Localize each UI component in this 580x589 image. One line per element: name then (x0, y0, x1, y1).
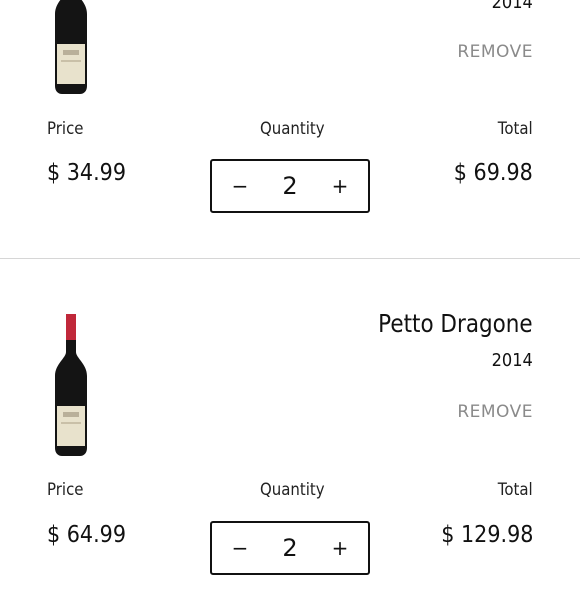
quantity-label: Quantity (260, 119, 325, 139)
line-total: $ 69.98 (453, 160, 533, 186)
product-name[interactable]: Petto Dragone (378, 309, 533, 338)
total-label: Total (498, 480, 533, 500)
quantity-value: 2 (282, 534, 298, 562)
quantity-value: 2 (282, 172, 298, 200)
decrement-button[interactable]: − (218, 161, 262, 211)
quantity-stepper: − 2 + (210, 159, 370, 213)
increment-button[interactable]: + (318, 161, 362, 211)
line-total: $ 129.98 (440, 522, 533, 548)
product-vintage: 2014 (491, 0, 533, 13)
cart-item: Petto Dragone 2014 REMOVE Price Quantity… (0, 259, 580, 589)
cart-item: 2014 REMOVE Price Quantity Total $ 34.99… (0, 0, 580, 258)
decrement-button[interactable]: − (218, 523, 262, 573)
wine-bottle-image (55, 314, 87, 456)
unit-price: $ 64.99 (47, 522, 127, 548)
increment-button[interactable]: + (318, 523, 362, 573)
remove-button[interactable]: REMOVE (457, 402, 533, 422)
total-label: Total (498, 119, 533, 139)
wine-bottle-image (55, 0, 87, 94)
quantity-label: Quantity (260, 480, 325, 500)
price-label: Price (47, 119, 84, 139)
remove-button[interactable]: REMOVE (457, 42, 533, 62)
product-vintage: 2014 (491, 350, 533, 371)
unit-price: $ 34.99 (47, 160, 127, 186)
quantity-stepper: − 2 + (210, 521, 370, 575)
price-label: Price (47, 480, 84, 500)
